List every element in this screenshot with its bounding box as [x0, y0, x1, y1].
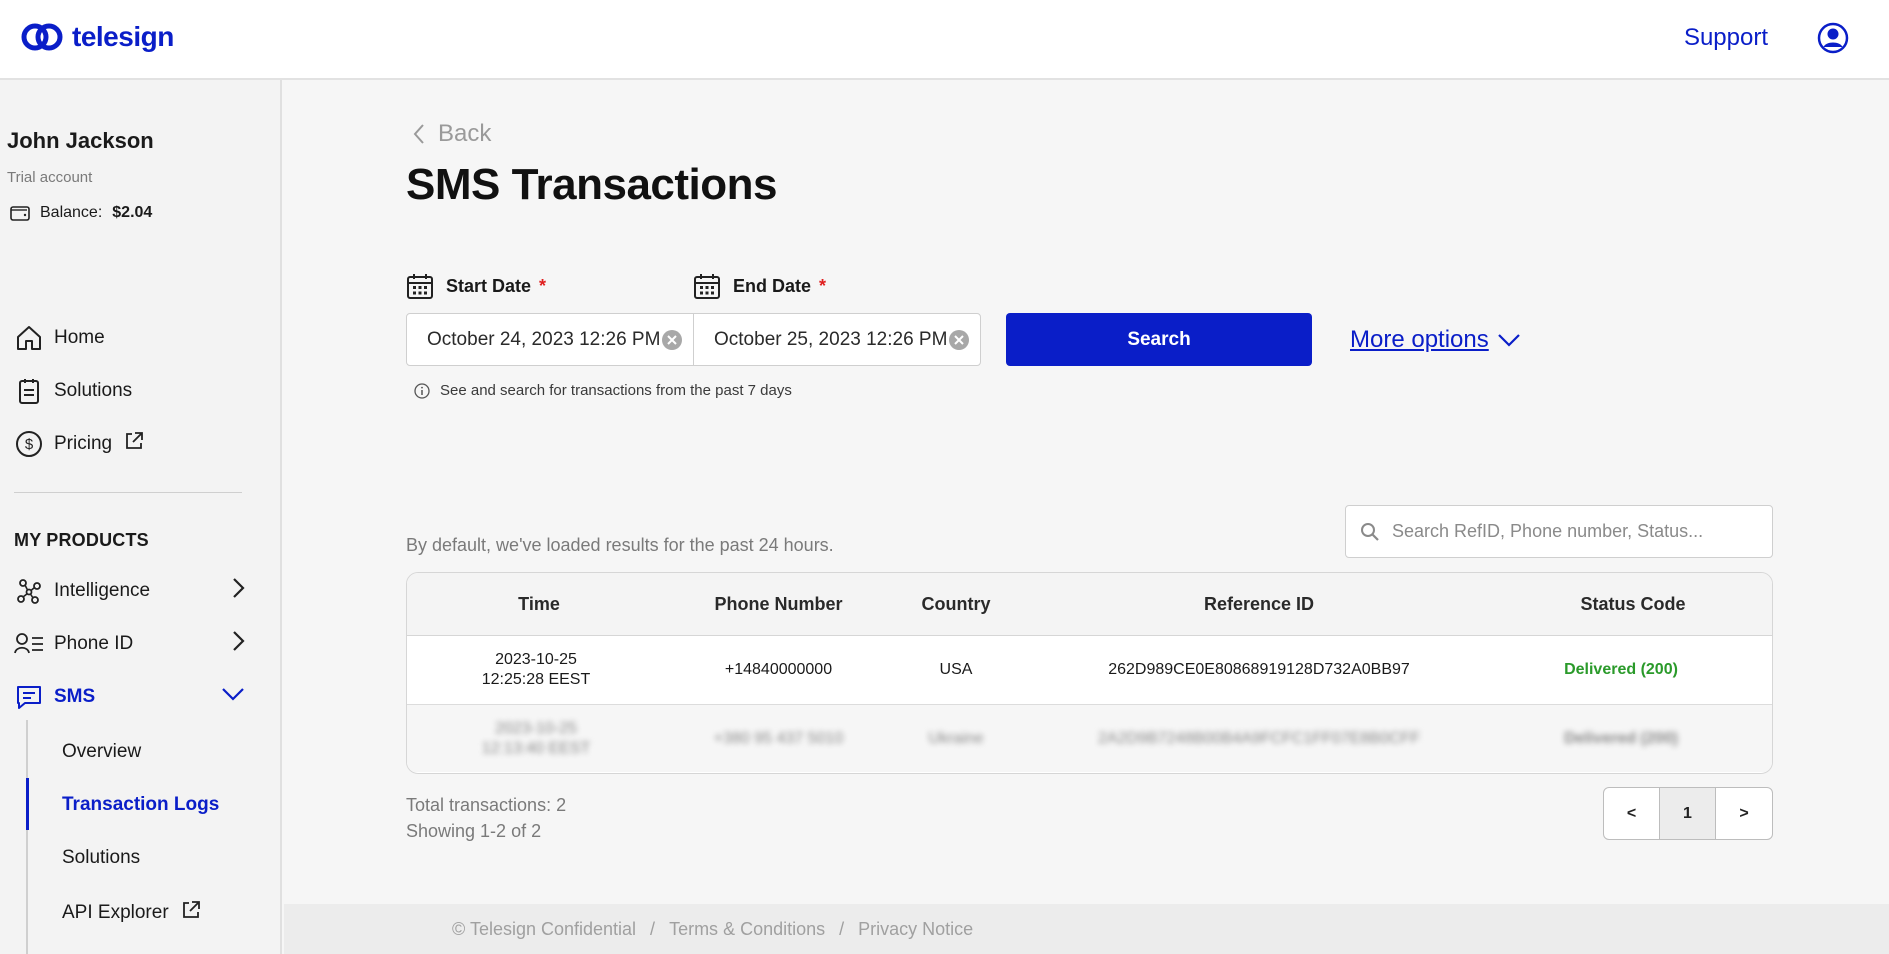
column-header-time[interactable]: Time: [407, 573, 671, 636]
search-icon: [1361, 522, 1379, 541]
column-header-phone-number[interactable]: Phone Number: [671, 573, 886, 636]
cell-country: USA: [939, 661, 973, 678]
chevron-down-icon: [1497, 334, 1520, 347]
chevron-right-icon: [230, 576, 246, 606]
sidebar-subitem-overview[interactable]: Overview: [62, 741, 141, 763]
sidebar-item-intelligence[interactable]: Intelligence: [14, 575, 246, 607]
network-nodes-icon: [14, 576, 44, 606]
calendar-icon: [407, 274, 433, 299]
table-totals: Total transactions: 2 Showing 1-2 of 2: [406, 792, 566, 844]
cell-time: 2023-10-25 12:13:40 EEST: [481, 720, 591, 757]
table-row[interactable]: 2023-10-25 12:13:40 EEST +380 95 437 501…: [407, 704, 1772, 772]
sidebar-item-label: Pricing: [54, 433, 113, 454]
column-header-reference-id[interactable]: Reference ID: [1026, 573, 1492, 636]
start-date-label: Start Date *: [406, 272, 546, 300]
terms-link[interactable]: Terms & Conditions: [669, 919, 825, 940]
info-icon: [414, 382, 430, 399]
sidebar-item-pricing[interactable]: $ Pricing: [14, 428, 144, 460]
total-transactions: Total transactions: 2: [406, 795, 567, 815]
telesign-logo-icon: [21, 23, 63, 51]
more-options-link[interactable]: More options: [1350, 326, 1521, 354]
chevron-right-icon: [230, 629, 246, 659]
sidebar-item-label: API Explorer: [62, 902, 169, 923]
sidebar-item-label: Intelligence: [54, 580, 151, 601]
active-indicator: [26, 778, 29, 830]
clear-icon[interactable]: [948, 329, 970, 351]
sidebar-item-label: Solutions: [54, 380, 133, 401]
home-icon: [14, 323, 44, 353]
sidebar-item-label: Phone ID: [54, 633, 134, 654]
sidebar-item-label: SMS: [54, 686, 96, 707]
external-link-icon: [124, 431, 144, 457]
top-header: telesign Support: [0, 0, 1889, 80]
table-row[interactable]: 2023-10-25 12:25:28 EEST +14840000000 US…: [407, 636, 1772, 704]
column-header-status-code[interactable]: Status Code: [1492, 573, 1772, 636]
account-name: John Jackson: [7, 128, 154, 153]
telesign-logo[interactable]: telesign: [20, 20, 174, 54]
chevron-down-icon: [220, 686, 246, 708]
user-account-icon[interactable]: [1817, 22, 1849, 59]
sidebar: John Jackson Trial account Balance: $2.0…: [0, 80, 282, 954]
start-date-input[interactable]: October 24, 2023 12:26 PM: [406, 313, 694, 366]
dollar-circle-icon: $: [14, 429, 44, 459]
page-title: SMS Transactions: [406, 160, 778, 209]
sidebar-item-label: Home: [54, 327, 105, 348]
showing-range: Showing 1-2 of 2: [406, 821, 542, 841]
external-link-icon: [181, 900, 201, 926]
sidebar-item-solutions[interactable]: Solutions: [14, 375, 132, 407]
pagination: < 1 >: [1603, 787, 1773, 840]
footer: © Telesign Confidential / Terms & Condit…: [284, 904, 1889, 954]
footer-separator: /: [839, 918, 845, 939]
main-content: Back SMS Transactions Start Date * End D…: [284, 80, 1889, 904]
sidebar-subitem-api-explorer[interactable]: API Explorer: [62, 900, 201, 926]
next-page-button[interactable]: >: [1716, 788, 1772, 839]
end-date-label: End Date *: [693, 272, 826, 300]
support-link[interactable]: Support: [1684, 24, 1768, 52]
cell-reference-id: 262D989CE0E80868919128D732A0BB97: [1108, 661, 1410, 678]
footer-separator: /: [650, 918, 656, 939]
message-icon: [14, 682, 44, 712]
default-results-note: By default, we've loaded results for the…: [406, 535, 834, 555]
privacy-link[interactable]: Privacy Notice: [858, 919, 973, 940]
page-1-button[interactable]: 1: [1660, 788, 1716, 839]
prev-page-button[interactable]: <: [1604, 788, 1660, 839]
account-type: Trial account: [7, 169, 93, 186]
chevron-left-icon: [413, 124, 424, 144]
cell-country: Ukraine: [928, 730, 984, 747]
cell-time: 2023-10-25 12:25:28 EEST: [481, 651, 591, 688]
search-button[interactable]: Search: [1006, 313, 1312, 366]
cell-phone-number: +14840000000: [724, 661, 833, 678]
date-range-hint: See and search for transactions from the…: [414, 382, 792, 399]
transactions-table: Time Phone Number Country Reference ID S…: [406, 572, 1773, 774]
sidebar-subitem-transaction-logs[interactable]: Transaction Logs: [62, 794, 219, 816]
brand-name: telesign: [72, 21, 174, 52]
end-date-input[interactable]: October 25, 2023 12:26 PM: [693, 313, 981, 366]
column-header-country[interactable]: Country: [886, 573, 1026, 636]
section-title-my-products: MY PRODUCTS: [14, 530, 149, 550]
clipboard-icon: [14, 376, 44, 406]
sidebar-subitem-solutions[interactable]: Solutions: [62, 847, 140, 869]
svg-text:$: $: [25, 436, 34, 453]
back-label: Back: [438, 120, 492, 147]
cell-phone-number: +380 95 437 5010: [713, 730, 844, 747]
balance-label: Balance:: [40, 204, 103, 221]
table-header: Time Phone Number Country Reference ID S…: [407, 573, 1772, 636]
calendar-icon: [694, 274, 720, 299]
cell-status-code: Delivered (200): [1564, 661, 1678, 678]
sidebar-item-sms[interactable]: SMS: [14, 681, 246, 713]
account-balance: Balance: $2.04: [10, 204, 152, 222]
sms-submenu-rail: [26, 720, 28, 954]
sidebar-divider: [14, 492, 242, 493]
wallet-icon: [10, 206, 30, 221]
user-list-icon: [14, 629, 44, 659]
cell-status-code: Delivered (200): [1564, 730, 1678, 747]
copyright-text: © Telesign Confidential: [452, 918, 637, 939]
balance-value: $2.04: [112, 204, 153, 221]
table-search-input[interactable]: Search RefID, Phone number, Status...: [1345, 505, 1773, 558]
clear-icon[interactable]: [661, 329, 683, 351]
sidebar-item-phone-id[interactable]: Phone ID: [14, 628, 246, 660]
cell-reference-id: 2A2D9B7248B00B4A9FCFC1FF07E8B0CFF: [1098, 730, 1420, 747]
back-link[interactable]: Back: [412, 120, 491, 148]
sidebar-item-home[interactable]: Home: [14, 322, 105, 354]
